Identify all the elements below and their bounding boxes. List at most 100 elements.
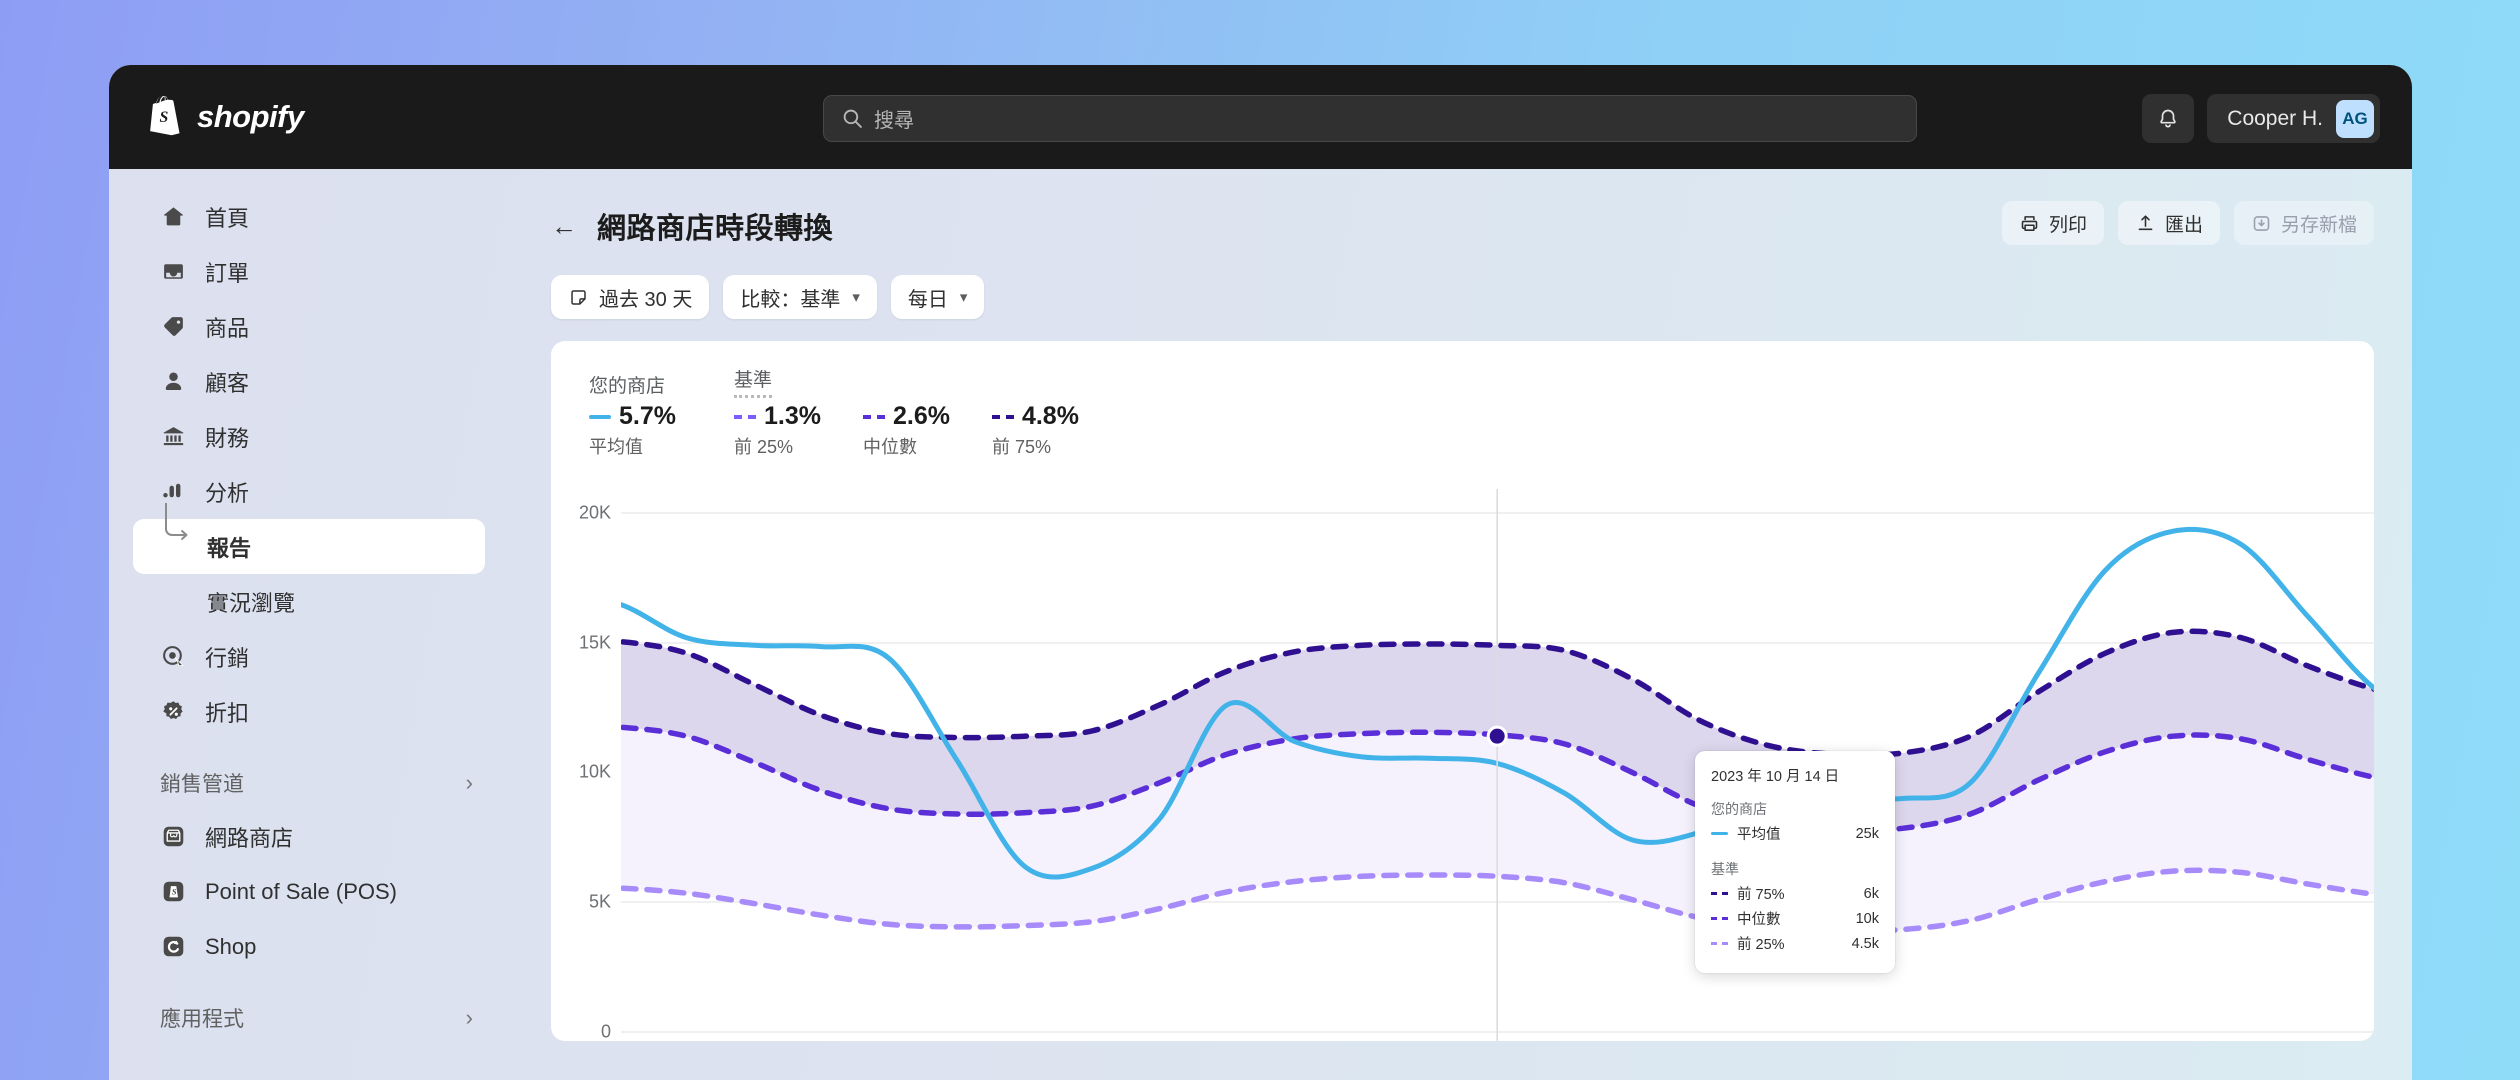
branch-arrow-icon <box>165 503 188 540</box>
legend-value: 1.3% <box>763 402 821 430</box>
print-button[interactable]: 列印 <box>2001 201 2104 245</box>
calendar-icon <box>571 289 586 305</box>
y-tick-label: 20K <box>578 502 611 523</box>
tooltip-swatch-dashed <box>1711 892 1728 895</box>
chart-tooltip: 2023 年 10 月 14 日 您的商店 平均值 25k 基準 前 75% 6… <box>1695 751 1895 973</box>
sidebar-item-products[interactable]: 商品 <box>133 299 485 354</box>
y-tick-label: 15K <box>578 632 611 653</box>
y-tick-label: 10K <box>578 761 611 782</box>
global-search[interactable]: 搜尋 <box>823 95 1917 142</box>
legend-entry-top25: 1.3% 前 25% <box>733 402 821 459</box>
sidebar-item-label: 行銷 <box>205 645 250 671</box>
shop-icon <box>160 934 186 960</box>
sidebar-item-label: 商品 <box>205 315 250 341</box>
sidebar-item-label: 顧客 <box>205 370 250 396</box>
tooltip-row: 前 75% 6k <box>1711 883 1879 904</box>
button-label: 匯出 <box>2164 214 2203 236</box>
tooltip-label: 平均值 <box>1737 827 1781 843</box>
legend-group-your-store: 您的商店 5.7% 平均值 <box>589 371 676 459</box>
customer-person-icon <box>160 369 186 395</box>
sidebar-item-orders[interactable]: 訂單 <box>133 244 485 299</box>
legend-group-title: 您的商店 <box>589 376 666 397</box>
sidebar: 首頁 訂單 商品 顧客 財務 分析 報告 實況瀏覽 行銷 折扣 銷售管道 › 網… <box>109 169 509 1080</box>
tooltip-label: 前 25% <box>1737 937 1785 953</box>
back-arrow-icon[interactable]: ← <box>551 213 577 239</box>
shopify-bag-icon: S <box>150 96 180 136</box>
tooltip-section-heading: 基準 <box>1711 861 1739 877</box>
marketing-target-icon <box>160 644 186 670</box>
legend-label: 平均值 <box>589 437 643 457</box>
tooltip-value: 25k <box>1855 825 1879 842</box>
tooltip-date: 2023 年 10 月 14 日 <box>1711 769 1840 785</box>
chart-svg <box>621 489 2374 1041</box>
filter-label: 過去 30 天 <box>599 288 693 311</box>
pos-icon: S <box>160 879 186 905</box>
legend-entry-average: 5.7% 平均值 <box>589 402 676 459</box>
legend-label: 前 25% <box>733 437 794 457</box>
tooltip-value: 4.5k <box>1851 935 1879 952</box>
legend-entry-top75: 4.8% 前 75% <box>991 402 1079 459</box>
sidebar-item-shop[interactable]: Shop <box>133 919 485 974</box>
y-tick-label: 5K <box>588 891 611 912</box>
sidebar-item-online-store[interactable]: 網路商店 <box>133 809 485 864</box>
svg-text:S: S <box>159 109 168 126</box>
tooltip-row: 前 25% 4.5k <box>1711 933 1879 954</box>
date-range-filter[interactable]: 過去 30 天 <box>551 275 710 319</box>
sidebar-item-label: 財務 <box>205 425 250 451</box>
chevron-right-icon: › <box>465 770 473 795</box>
sidebar-item-marketing[interactable]: 行銷 <box>133 629 485 684</box>
legend-value: 2.6% <box>892 402 950 430</box>
legend-label: 前 75% <box>991 437 1051 457</box>
avatar: AG <box>2336 99 2374 138</box>
button-label: 列印 <box>2048 214 2087 236</box>
export-button[interactable]: 匯出 <box>2117 201 2220 245</box>
shopify-logo[interactable]: S shopify <box>147 96 304 138</box>
sidebar-item-finance[interactable]: 財務 <box>133 409 485 464</box>
sidebar-section-apps[interactable]: 應用程式 › <box>133 992 485 1044</box>
section-label: 應用程式 <box>160 1008 244 1031</box>
top-bar: S shopify 搜尋 Cooper H. AG <box>109 65 2412 169</box>
notifications-button[interactable] <box>2142 94 2195 143</box>
svg-text:S: S <box>171 888 176 897</box>
user-menu-button[interactable]: Cooper H. AG <box>2207 94 2380 143</box>
legend-swatch-dashed <box>862 414 885 419</box>
analytics-bars-icon <box>160 479 186 505</box>
y-axis-labels: 20K 15K 10K 5K 0 <box>551 489 611 1042</box>
sidebar-item-label: 報告 <box>207 535 252 561</box>
sidebar-item-label: 網路商店 <box>205 825 294 851</box>
tooltip-swatch-dashed <box>1711 917 1728 920</box>
tooltip-value: 10k <box>1855 910 1879 927</box>
export-upload-icon <box>2138 214 2153 230</box>
home-icon <box>160 204 186 230</box>
sidebar-item-label: 折扣 <box>205 700 250 726</box>
sidebar-item-discounts[interactable]: 折扣 <box>133 684 485 739</box>
chart-legend: 您的商店 5.7% 平均值 基準 1.3% 前 25% 2.6% 中位數 4.8… <box>551 341 2374 459</box>
chevron-down-icon: ▾ <box>959 289 968 306</box>
compare-filter[interactable]: 比較：基準 ▾ <box>723 275 877 319</box>
page-actions: 列印 匯出 另存新檔 <box>2001 201 2374 245</box>
y-tick-label: 0 <box>600 1021 611 1042</box>
legend-swatch-dashed <box>733 414 756 419</box>
sidebar-section-sales-channels[interactable]: 銷售管道 › <box>133 757 485 809</box>
sidebar-item-label: Point of Sale (POS) <box>205 878 397 904</box>
legend-value: 5.7% <box>619 402 676 430</box>
legend-entry-median: 2.6% 中位數 <box>862 402 950 459</box>
filter-label: 比較：基準 <box>740 288 841 311</box>
sidebar-item-customers[interactable]: 顧客 <box>133 354 485 409</box>
sidebar-item-label: 分析 <box>205 480 250 506</box>
sidebar-item-pos[interactable]: S Point of Sale (POS) <box>133 864 485 919</box>
sidebar-item-label: 實況瀏覽 <box>207 590 296 616</box>
legend-swatch-dashed <box>991 414 1014 419</box>
chart-card: 您的商店 5.7% 平均值 基準 1.3% 前 25% 2.6% 中位數 4.8… <box>551 341 2374 1041</box>
sidebar-item-live-view[interactable]: 實況瀏覽 <box>133 574 485 629</box>
sidebar-item-label: Shop <box>205 933 257 959</box>
granularity-filter[interactable]: 每日 ▾ <box>890 275 985 319</box>
user-name: Cooper H. <box>2227 106 2323 130</box>
search-input[interactable]: 搜尋 <box>823 95 1917 142</box>
sidebar-item-home[interactable]: 首頁 <box>133 189 485 244</box>
product-tag-icon <box>160 314 186 340</box>
chevron-down-icon: ▾ <box>852 289 860 306</box>
sidebar-item-reports[interactable]: 報告 <box>133 503 485 574</box>
section-label: 銷售管道 <box>160 773 244 796</box>
search-placeholder: 搜尋 <box>874 110 914 132</box>
